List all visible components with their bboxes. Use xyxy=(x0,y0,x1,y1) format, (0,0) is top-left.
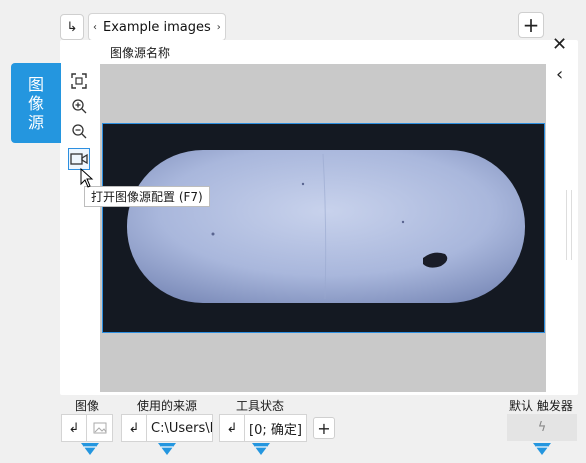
chevron-left-icon[interactable]: ‹ xyxy=(93,22,97,33)
pill-image xyxy=(103,124,544,332)
image-link-button[interactable]: ↲ xyxy=(61,414,87,442)
source-used-field[interactable]: C:\Users\P xyxy=(147,414,213,442)
link-arrow-icon: ↲ xyxy=(226,420,238,436)
collapse-chevron-icon[interactable]: ‹ xyxy=(556,64,563,85)
zoom-in-icon xyxy=(72,99,87,114)
chevron-right-icon[interactable]: › xyxy=(217,22,221,33)
tool-state-label: 工具状态 xyxy=(236,399,285,413)
tool-state-row: ↲ [0; 确定] + xyxy=(219,414,335,442)
lightning-icon: ϟ xyxy=(537,420,547,435)
source-link-button[interactable]: ↲ xyxy=(121,414,147,442)
plus-icon: + xyxy=(522,13,540,37)
image-source-tab[interactable]: 图 像 源 xyxy=(11,63,61,143)
connector-arrow-icon[interactable] xyxy=(157,442,177,456)
connector-arrow-icon[interactable] xyxy=(251,442,271,456)
add-button[interactable]: + xyxy=(518,12,544,38)
navigate-button[interactable]: ↳ xyxy=(60,14,84,40)
zoom-in-button[interactable] xyxy=(68,95,90,117)
zoom-out-icon xyxy=(72,124,87,139)
tool-state-field[interactable]: [0; 确定] xyxy=(245,414,307,442)
side-tab-label-1: 图 xyxy=(27,74,44,94)
image-input-row: ↲ xyxy=(61,414,113,442)
toolbar: ↳ ‹ Example images › xyxy=(60,12,226,42)
link-arrow-icon: ↲ xyxy=(128,420,140,436)
fit-to-window-icon xyxy=(71,73,87,89)
mouse-cursor-icon xyxy=(80,168,94,188)
source-selector[interactable]: ‹ Example images › xyxy=(88,13,226,41)
connector-arrow-icon[interactable] xyxy=(80,442,100,456)
camera-config-button[interactable] xyxy=(68,148,90,170)
source-used-label: 使用的来源 xyxy=(137,399,198,413)
image-preview-button[interactable] xyxy=(87,414,113,442)
source-selector-label: Example images xyxy=(103,19,211,35)
image-display xyxy=(102,123,545,333)
zoom-out-button[interactable] xyxy=(68,120,90,142)
source-used-row: ↲ C:\Users\P xyxy=(121,414,213,442)
side-tab-label-3: 源 xyxy=(27,112,44,132)
plus-icon: + xyxy=(317,418,331,438)
close-icon[interactable]: ✕ xyxy=(552,34,567,55)
side-tab-label-2: 像 xyxy=(27,93,44,113)
tool-state-link-button[interactable]: ↲ xyxy=(219,414,245,442)
camera-icon xyxy=(70,153,88,165)
connector-arrow-icon[interactable] xyxy=(532,442,552,456)
default-trigger-button[interactable]: ϟ xyxy=(507,414,577,441)
image-input-label: 图像 xyxy=(75,399,100,413)
add-output-button[interactable]: + xyxy=(312,417,335,439)
scrollbar[interactable] xyxy=(566,190,572,260)
link-arrow-icon: ↲ xyxy=(68,420,80,436)
image-icon xyxy=(93,422,106,434)
default-trigger-label: 默认 触发器 xyxy=(509,399,573,413)
fit-to-window-button[interactable] xyxy=(68,70,90,92)
source-name-label: 图像源名称 xyxy=(110,46,171,60)
tooltip: 打开图像源配置 (F7) xyxy=(84,186,210,207)
return-arrow-icon: ↳ xyxy=(66,19,78,35)
